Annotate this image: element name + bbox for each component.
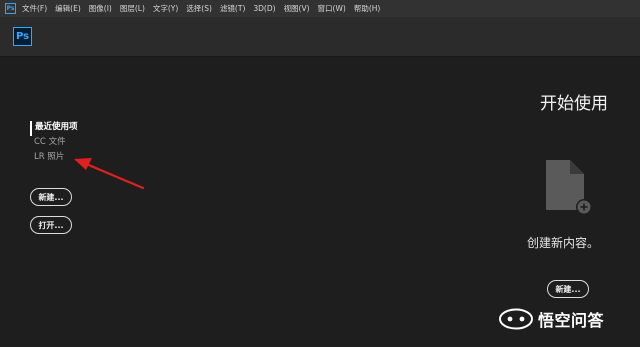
document-plus-icon[interactable] [543, 158, 595, 220]
get-started-title: 开始使用 [540, 94, 608, 114]
wukong-logo-icon [499, 308, 533, 330]
watermark: 悟空问答 [498, 307, 604, 331]
create-new-label: 创建新内容。 [527, 236, 600, 250]
new-button-right[interactable]: 新建... [547, 280, 589, 298]
watermark-text: 悟空问答 [538, 311, 605, 330]
